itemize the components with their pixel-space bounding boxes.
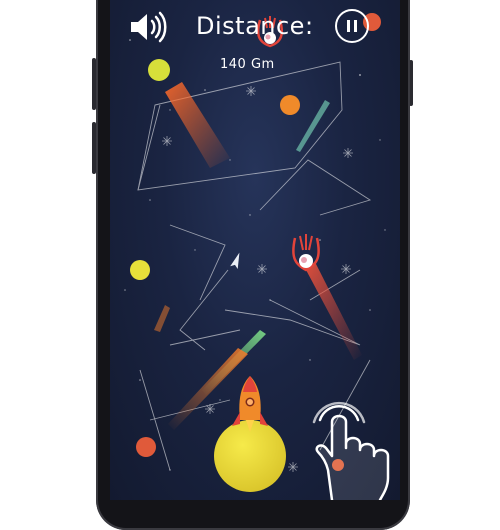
distance-value: 140 Gm (220, 57, 275, 72)
planet (136, 437, 156, 457)
comet-trail (154, 305, 170, 332)
comet-trail (305, 262, 362, 360)
spaceship (230, 252, 240, 270)
planet (280, 95, 300, 115)
speaker-icon[interactable] (128, 10, 170, 44)
comet-trail (296, 100, 330, 152)
tap-hand-icon (312, 401, 390, 500)
falling-comet (292, 234, 320, 272)
planet (148, 59, 170, 81)
player-rocket (232, 376, 268, 432)
distance-label: Distance: (196, 12, 314, 40)
game-screen[interactable]: Distance: 140 Gm (110, 0, 400, 500)
planet (130, 260, 150, 280)
comet-trail (168, 348, 248, 430)
pause-icon[interactable] (335, 9, 369, 43)
